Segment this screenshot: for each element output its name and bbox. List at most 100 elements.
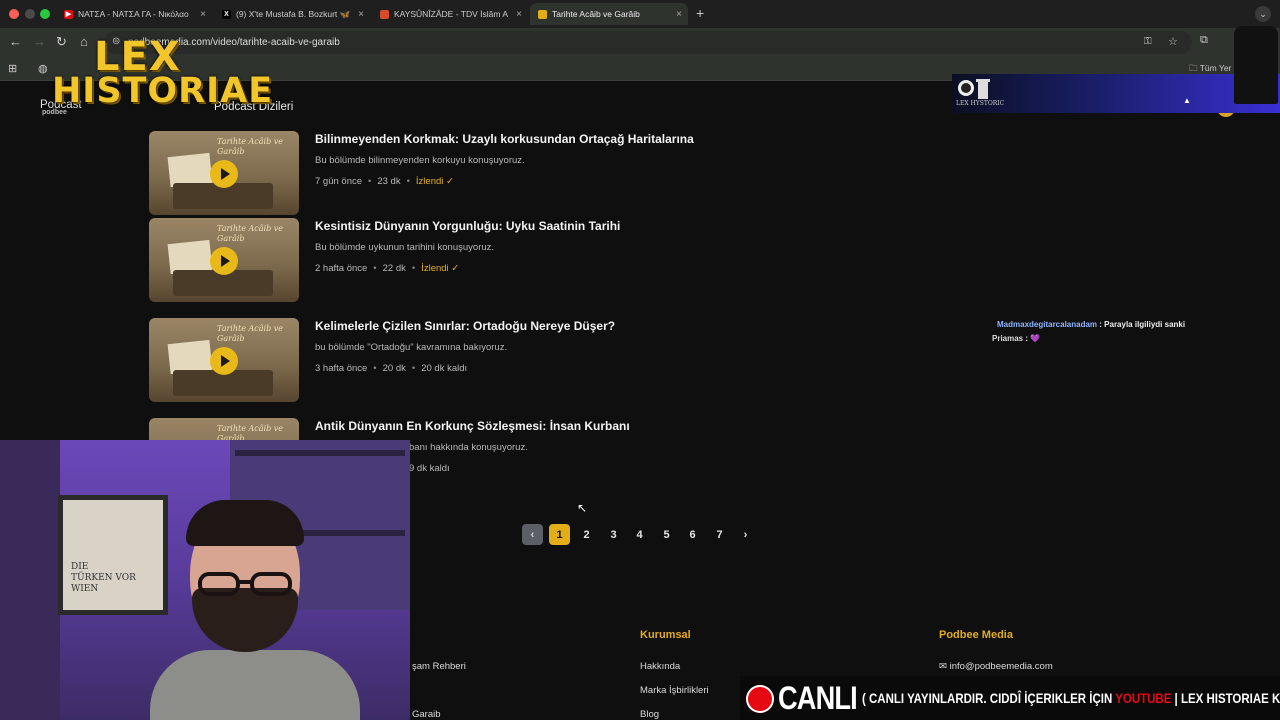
glasses-icon bbox=[198, 572, 292, 596]
password-key-icon[interactable]: ⚿ bbox=[1144, 36, 1152, 47]
episode-item[interactable]: Tarihte Acâib ve Garâib Bilinmeyenden Ko… bbox=[149, 131, 849, 215]
ticker-message: ( CANLI YAYINLARDIR. CIDDÎ İÇERIKLER İÇI… bbox=[862, 690, 1280, 706]
mail-icon: ✉ bbox=[939, 661, 950, 672]
episode-title[interactable]: Kelimelerle Çizilen Sınırlar: Ortadoğu N… bbox=[315, 319, 615, 333]
chat-text: : 💜 bbox=[1023, 334, 1041, 343]
episode-meta: 2 hafta önce • 22 dk • İzlendi ✓ bbox=[315, 263, 460, 274]
webcam-feed: DIE TÜRKEN VOR WIEN bbox=[0, 440, 410, 720]
play-icon[interactable] bbox=[210, 247, 238, 275]
thumbnail-title: Tarihte Acâib ve Garâib bbox=[217, 137, 284, 156]
ticker-youtube: YOUTUBE bbox=[1115, 690, 1172, 706]
live-label: CANLI bbox=[778, 680, 858, 716]
page-button-2[interactable]: 2 bbox=[576, 524, 597, 545]
footer-link-about[interactable]: Hakkında bbox=[640, 661, 680, 672]
chat-username: Priamas bbox=[992, 334, 1024, 343]
globe-bookmark-icon[interactable]: ◍ bbox=[38, 62, 48, 75]
episode-meta: 7 gün önce • 23 dk • İzlendi ✓ bbox=[315, 176, 454, 187]
episode-age: 2 hafta önce bbox=[315, 263, 368, 274]
tab-tdv[interactable]: KAYSÛNÎZÂDE - TDV İslâm A × bbox=[372, 3, 528, 25]
live-ticker: CANLI ( CANLI YAYINLARDIR. CIDDÎ İÇERIKL… bbox=[740, 676, 1280, 720]
episode-title[interactable]: Antik Dünyanın En Korkunç Sözleşmesi: İn… bbox=[315, 419, 630, 433]
episode-thumbnail[interactable]: Tarihte Acâib ve Garâib bbox=[149, 131, 299, 215]
episode-item[interactable]: Tarihte Acâib ve Garâib Kelimelerle Çizi… bbox=[149, 318, 849, 402]
tab-x[interactable]: X (9) X'te Mustafa B. Bozkurt 🦋 × bbox=[214, 3, 370, 25]
episode-status: İzlendi ✓ bbox=[415, 176, 454, 187]
forward-icon[interactable]: → bbox=[33, 35, 46, 49]
footer-link[interactable]: şam Rehberi bbox=[412, 661, 466, 672]
poster-line: TÜRKEN VOR bbox=[71, 573, 136, 583]
episode-status: İzlendi ✓ bbox=[421, 263, 460, 274]
episode-age: 7 gün önce bbox=[315, 176, 363, 187]
episode-duration: 20 dk bbox=[382, 363, 406, 374]
minimize-window-button[interactable] bbox=[25, 9, 35, 19]
close-tab-icon[interactable]: × bbox=[358, 9, 364, 20]
tdv-icon bbox=[380, 9, 389, 19]
streamer bbox=[150, 500, 360, 720]
thumbnail-paper bbox=[167, 152, 213, 188]
episode-title[interactable]: Bilinmeyenden Korkmak: Uzaylı korkusunda… bbox=[315, 132, 694, 146]
new-tab-button[interactable]: + bbox=[696, 5, 704, 21]
close-tab-icon[interactable]: × bbox=[200, 9, 206, 20]
thumbnail-title: Tarihte Acâib ve Garâib bbox=[217, 224, 284, 243]
zoom-window-button[interactable] bbox=[40, 9, 50, 19]
thumbnail-title: Tarihte Acâib ve Garâib bbox=[217, 324, 284, 343]
shelf-board bbox=[235, 450, 405, 456]
footer-link[interactable]: Garaib bbox=[412, 709, 441, 720]
footer-email[interactable]: ✉ info@podbeemedia.com bbox=[939, 661, 1053, 672]
chat-username: Madmaxdegitarcalanadam bbox=[997, 320, 1098, 329]
poster-text: DIE TÜRKEN VOR WIEN bbox=[71, 562, 136, 595]
podbee-icon bbox=[538, 9, 547, 19]
footer-email-text: info@podbeemedia.com bbox=[949, 661, 1053, 672]
page-button-5[interactable]: 5 bbox=[656, 524, 677, 545]
episode-status: 9 dk kaldı bbox=[409, 463, 450, 474]
page-button-1[interactable]: 1 bbox=[549, 524, 570, 545]
live-record-icon bbox=[746, 685, 774, 713]
episode-status: 20 dk kaldı bbox=[421, 363, 468, 374]
play-icon[interactable] bbox=[210, 347, 238, 375]
episode-age: 3 hafta önce bbox=[315, 363, 368, 374]
brand-line-2: HISTORIAE bbox=[52, 71, 274, 111]
page-button-3[interactable]: 3 bbox=[603, 524, 624, 545]
tab-podbee[interactable]: Tarihte Acâib ve Garâib × bbox=[530, 3, 688, 25]
episode-duration: 23 dk bbox=[377, 176, 401, 187]
next-page-button[interactable]: › bbox=[735, 524, 756, 545]
episode-duration: 22 dk bbox=[382, 263, 406, 274]
episode-description: Bu bölümde uykunun tarihini konuşuyoruz. bbox=[315, 242, 495, 253]
poster-line: DIE bbox=[71, 562, 89, 572]
episode-title[interactable]: Kesintisiz Dünyanın Yorgunluğu: Uyku Saa… bbox=[315, 219, 620, 233]
episode-thumbnail[interactable]: Tarihte Acâib ve Garâib bbox=[149, 218, 299, 302]
beard bbox=[192, 588, 298, 652]
extensions-icon[interactable]: ⧉ bbox=[1200, 34, 1208, 47]
bookshelf-left bbox=[0, 440, 60, 720]
merch-shirt-image bbox=[1234, 26, 1278, 104]
footer-link-blog[interactable]: Blog bbox=[640, 709, 659, 720]
footer-link-brand[interactable]: Marka İşbirlikleri bbox=[640, 685, 709, 696]
bookmark-star-icon[interactable]: ☆ bbox=[1168, 35, 1178, 48]
chat-message: Priamas : 💜 bbox=[992, 334, 1040, 343]
apps-grid-icon[interactable]: ⊞ bbox=[8, 62, 17, 75]
tab-label: ΝΑΤΣΑ - ΝΑΤΣΑ ΓΑ - Νικόλαο bbox=[78, 9, 189, 19]
tab-youtube[interactable]: ▶ ΝΑΤΣΑ - ΝΑΤΣΑ ΓΑ - Νικόλαο × bbox=[56, 3, 212, 25]
x-icon: X bbox=[222, 9, 231, 19]
close-tab-icon[interactable]: × bbox=[516, 9, 522, 20]
episode-thumbnail[interactable]: Tarihte Acâib ve Garâib bbox=[149, 318, 299, 402]
brand-line-1: LEX bbox=[94, 34, 181, 80]
close-tab-icon[interactable]: × bbox=[676, 9, 682, 20]
prev-page-button[interactable]: ‹ bbox=[522, 524, 543, 545]
ticker-part: ( CANLI YAYINLARDIR. CIDDÎ İÇERIKLER İÇI… bbox=[862, 690, 1116, 706]
chat-message: Madmaxdegitarcalanadam : Parayla ilgiliy… bbox=[997, 320, 1185, 329]
page-button-6[interactable]: 6 bbox=[682, 524, 703, 545]
footer-heading-kurumsal: Kurumsal bbox=[640, 629, 691, 641]
hair bbox=[186, 500, 304, 546]
ticker-part: | LEX HISTORIAE KA bbox=[1171, 690, 1280, 706]
close-window-button[interactable] bbox=[9, 9, 19, 19]
page-button-4[interactable]: 4 bbox=[629, 524, 650, 545]
episode-item[interactable]: Tarihte Acâib ve Garâib Kesintisiz Dünya… bbox=[149, 218, 849, 302]
tab-search-button[interactable]: ⌄ bbox=[1255, 6, 1271, 22]
page-button-7[interactable]: 7 bbox=[709, 524, 730, 545]
back-icon[interactable]: ← bbox=[9, 35, 22, 49]
play-icon[interactable] bbox=[210, 160, 238, 188]
lex-historiae-logo: LEX HISTORIAE bbox=[52, 34, 274, 111]
episode-description: bu bölümde "Ortadoğu" kavramına bakıyoru… bbox=[315, 342, 508, 353]
all-bookmarks-label: Tüm Yer bbox=[1199, 63, 1232, 73]
